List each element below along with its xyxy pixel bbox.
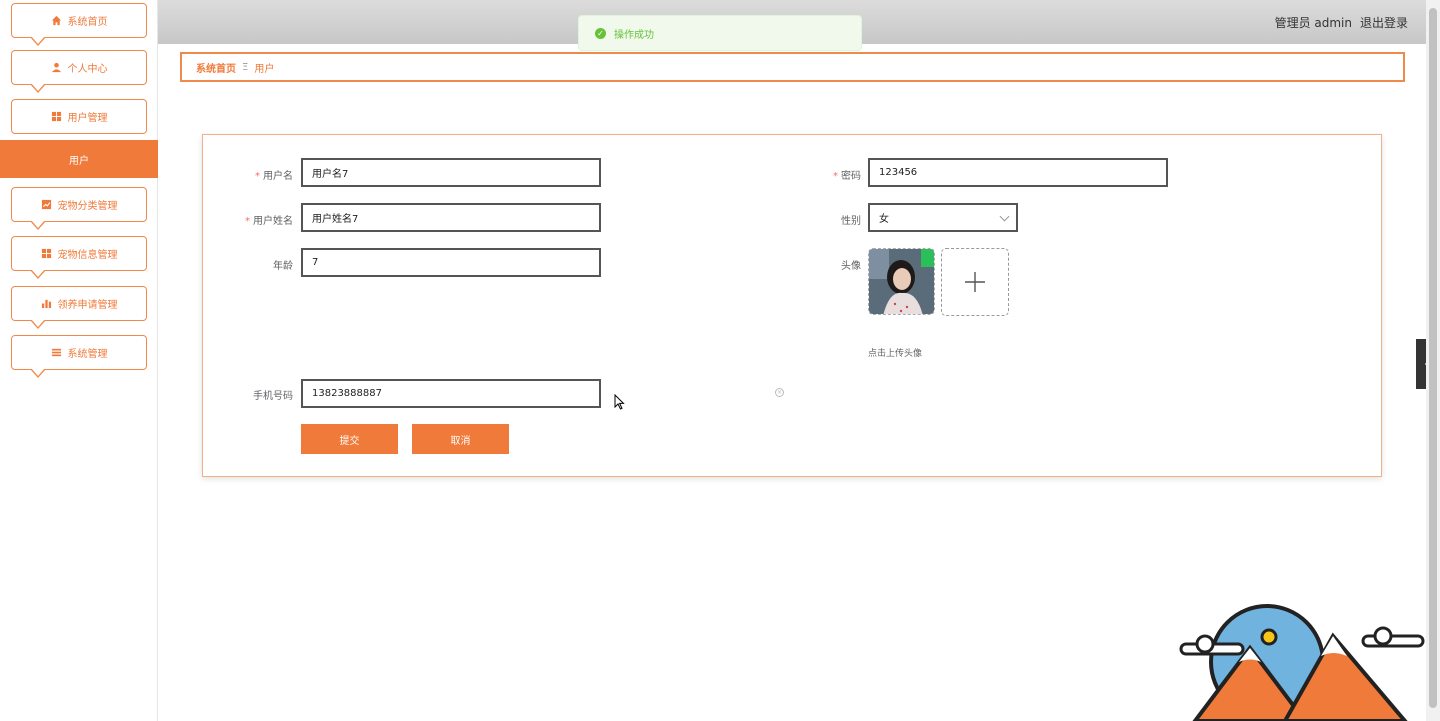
- breadcrumb-home[interactable]: 系统首页: [196, 60, 236, 75]
- age-label: 年龄: [273, 261, 293, 272]
- gender-select[interactable]: 女: [868, 203, 1018, 232]
- breadcrumb-separator: Ξ: [242, 61, 249, 73]
- sidebar-item-user-management[interactable]: 用户管理: [11, 99, 147, 134]
- submit-button[interactable]: 提交: [301, 424, 398, 454]
- chevron-down-icon: [999, 211, 1010, 222]
- sidebar-item-adoption[interactable]: 领养申请管理: [11, 286, 147, 329]
- app-root: 系统首页 个人中心 用户管理 用户 宠物分类管理 宠物信息管理 领养申请管理 系…: [0, 0, 1440, 721]
- grid-icon: [41, 248, 51, 259]
- vertical-scrollbar[interactable]: [1426, 0, 1440, 721]
- sidebar-item-label: 系统管理: [67, 349, 108, 360]
- avatar-thumbnail[interactable]: [868, 248, 935, 315]
- avatar-label: 头像: [841, 261, 861, 272]
- sidebar-item-label: 系统首页: [67, 17, 108, 28]
- cancel-button[interactable]: 取消: [412, 424, 509, 454]
- user-icon: [51, 62, 61, 73]
- realname-input[interactable]: 用户姓名7: [301, 203, 601, 232]
- sidebar-item-pet-info[interactable]: 宠物信息管理: [11, 236, 147, 279]
- breadcrumb-current: 用户: [254, 63, 275, 75]
- sidebar-item-label: 领养申请管理: [57, 300, 118, 311]
- check-circle-icon: ✓: [595, 27, 606, 39]
- logout-link[interactable]: 退出登录: [1360, 14, 1408, 31]
- list-icon: [51, 348, 61, 357]
- sidebar: 系统首页 个人中心 用户管理 用户 宠物分类管理 宠物信息管理 领养申请管理 系…: [0, 0, 158, 721]
- sidebar-item-home[interactable]: 系统首页: [11, 3, 147, 46]
- upload-hint: 点击上传头像: [868, 349, 923, 359]
- home-icon: [51, 15, 61, 26]
- breadcrumb: 系统首页 Ξ 用户: [180, 52, 1405, 82]
- header-user-area: 管理员 admin 退出登录: [1275, 14, 1408, 31]
- sidebar-item-label: 宠物信息管理: [57, 250, 118, 261]
- sidebar-item-label: 个人中心: [67, 64, 108, 75]
- sidebar-item-label: 用户管理: [67, 113, 108, 124]
- success-toast: ✓ 操作成功: [578, 15, 862, 51]
- phone-label: 手机号码: [253, 391, 293, 402]
- password-input[interactable]: 123456: [868, 158, 1168, 187]
- age-input[interactable]: 7: [301, 248, 601, 277]
- bar-chart-icon: [41, 299, 51, 309]
- avatar-image: [869, 249, 934, 314]
- grid-icon: [51, 111, 61, 122]
- plus-icon: [965, 272, 985, 292]
- submenu-item-user[interactable]: 用户: [0, 140, 158, 178]
- avatar-upload-button[interactable]: [941, 248, 1009, 316]
- scrollbar-thumb[interactable]: [1429, 8, 1437, 708]
- current-user: 管理员 admin: [1274, 16, 1352, 30]
- user-form-card: * 用户名 用户名7 * 密码 123456 * 用户姓名 用户姓名7 性别 女 年龄…: [202, 134, 1382, 477]
- sidebar-item-pet-category[interactable]: 宠物分类管理: [11, 187, 147, 230]
- mountain-decoration-icon: [1179, 604, 1425, 721]
- username-input[interactable]: 用户名7: [301, 158, 601, 187]
- clear-icon[interactable]: ×: [775, 388, 784, 397]
- mouse-cursor-icon: [614, 394, 625, 410]
- submenu-item-label: 用户: [69, 155, 89, 167]
- sidebar-item-profile[interactable]: 个人中心: [11, 50, 147, 93]
- username-label: * 用户名: [255, 171, 293, 182]
- chart-icon: [41, 199, 51, 210]
- sidebar-item-system[interactable]: 系统管理: [11, 335, 147, 378]
- sidebar-item-label: 宠物分类管理: [57, 201, 118, 212]
- gender-label: 性别: [841, 216, 861, 227]
- realname-label: * 用户姓名: [245, 216, 293, 227]
- phone-input[interactable]: 13823888887: [301, 379, 601, 408]
- password-label: * 密码: [833, 171, 861, 182]
- toast-message: 操作成功: [614, 29, 654, 41]
